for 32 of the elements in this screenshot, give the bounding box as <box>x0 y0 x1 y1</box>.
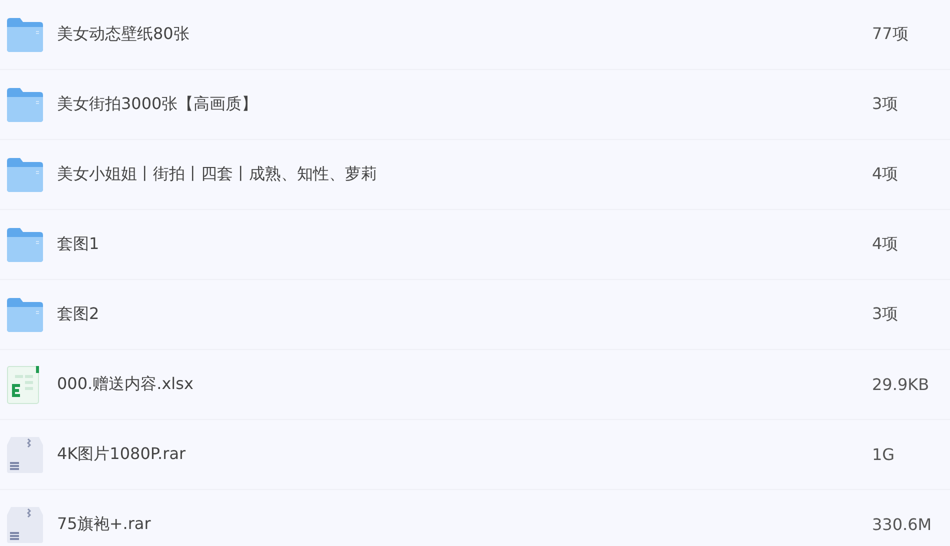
file-name: 美女街拍3000张【高画质】 <box>57 94 259 115</box>
file-row[interactable]: 套图1 4项 <box>0 210 950 280</box>
file-name: 4K图片1080P.rar <box>57 444 187 465</box>
folder-icon <box>7 298 43 332</box>
file-row[interactable]: 000.赠送内容.xlsx 29.9KB <box>0 350 950 420</box>
file-size: 77项 <box>872 24 910 45</box>
file-size: 3项 <box>872 304 900 325</box>
file-size: 4项 <box>872 164 900 185</box>
archive-file-icon <box>7 436 43 472</box>
file-size: 4项 <box>872 234 900 255</box>
file-size: 3项 <box>872 94 900 115</box>
folder-icon <box>7 158 43 192</box>
folder-icon <box>7 88 43 122</box>
file-name: 套图1 <box>57 234 100 255</box>
file-size: 29.9KB <box>872 375 930 394</box>
file-size: 330.6M <box>872 515 933 534</box>
file-name: 000.赠送内容.xlsx <box>57 374 194 395</box>
file-row[interactable]: 4K图片1080P.rar 1G <box>0 420 950 490</box>
archive-file-icon <box>7 506 43 542</box>
file-row[interactable]: 美女小姐姐丨街拍丨四套丨成熟、知性、萝莉 4项 <box>0 140 950 210</box>
file-name: 套图2 <box>57 304 100 325</box>
spreadsheet-file-icon <box>7 366 39 404</box>
file-row[interactable]: 美女街拍3000张【高画质】 3项 <box>0 70 950 140</box>
folder-icon <box>7 18 43 52</box>
file-row[interactable]: 美女动态壁纸80张 77项 <box>0 0 950 70</box>
file-name: 75旗袍+.rar <box>57 514 152 535</box>
file-row[interactable]: 套图2 3项 <box>0 280 950 350</box>
file-name: 美女小姐姐丨街拍丨四套丨成熟、知性、萝莉 <box>57 164 378 185</box>
file-size: 1G <box>872 445 896 464</box>
folder-icon <box>7 228 43 262</box>
file-name: 美女动态壁纸80张 <box>57 24 190 45</box>
file-row[interactable]: 75旗袍+.rar 330.6M <box>0 490 950 546</box>
